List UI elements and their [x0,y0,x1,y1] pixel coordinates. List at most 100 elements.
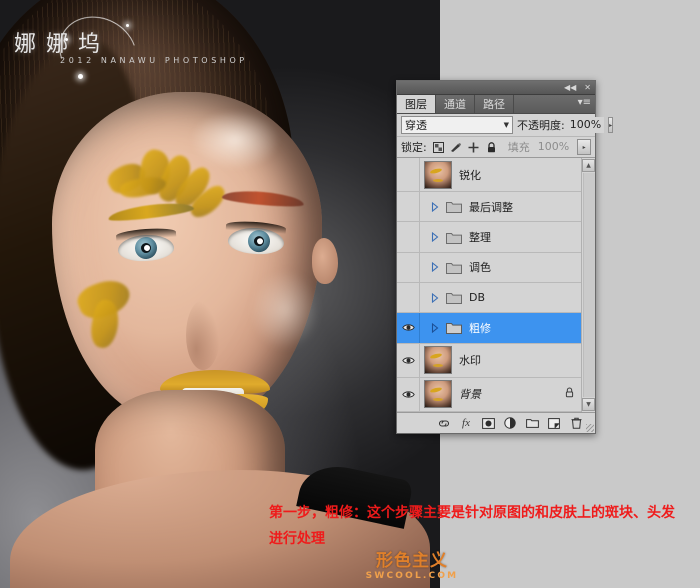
adjustment-layer-icon[interactable] [503,416,517,430]
collapse-panel-button[interactable]: ◀◀ [562,84,578,92]
layer-row-db[interactable]: DB [397,283,581,313]
pupil [254,236,265,247]
opacity-label: 不透明度: [517,117,565,133]
group-expand-triangle-icon[interactable] [428,200,442,214]
iris [247,230,270,253]
layer-row-cleanup[interactable]: 整理 [397,222,581,252]
opacity-input[interactable]: 100% [569,117,604,133]
panel-footer-toolbar: fx [397,412,595,433]
scrollbar-track[interactable] [583,173,595,397]
layer-name: 最后调整 [469,199,513,215]
lock-row: 锁定: 填充 100% ▸ [397,137,595,158]
tab-layers[interactable]: 图层 [397,95,436,113]
layer-name: 背景 [459,386,481,402]
opacity-stepper[interactable]: ▸ [608,117,613,133]
layer-name: DB [469,291,485,304]
tab-paths[interactable]: 路径 [475,95,514,113]
link-layers-icon[interactable] [437,416,451,430]
annotation-line-2: 进行处理 [269,526,689,552]
layer-name: 水印 [459,352,481,368]
panel-menu-icon[interactable]: ▾≡ [578,98,591,108]
layer-thumbnail[interactable] [424,161,452,189]
lock-transparency-icon[interactable] [432,141,445,154]
folder-icon [446,261,462,274]
sparkle-icon [126,24,129,27]
watermark: 娜娜坞 2012 NANAWU PHOTOSHOP [8,18,238,76]
lock-all-icon[interactable] [485,141,498,154]
close-panel-button[interactable]: ✕ [582,84,593,92]
layer-name: 粗修 [469,320,491,336]
layer-row-watermark[interactable]: 水印 [397,344,581,378]
scroll-down-arrow-icon[interactable]: ▼ [582,398,595,411]
eye-glint [144,245,150,251]
model-ear [312,238,338,284]
layer-visibility-toggle[interactable] [397,344,420,377]
eye-glint [257,238,263,244]
site-logo: 形色主义 SWCOOL.COM [360,552,464,586]
group-expand-triangle-icon[interactable] [428,260,442,274]
layer-visibility-toggle[interactable] [397,253,420,282]
layer-visibility-toggle[interactable] [397,222,420,251]
group-expand-triangle-icon[interactable] [428,230,442,244]
add-layer-mask-icon[interactable] [481,416,495,430]
forehead-highlight [190,110,280,170]
watermark-title: 娜娜坞 [14,26,110,58]
layer-list-scrollbar[interactable]: ▲ ▼ [581,158,595,412]
layer-list: 锐化 最后调整 [397,158,595,412]
layer-visibility-toggle[interactable] [397,313,420,342]
layers-panel[interactable]: ◀◀ ✕ 图层 通道 路径 ▾≡ 穿透 ▼ 不透明度: 100% ▸ 锁定: [396,80,596,434]
panel-titlebar: ◀◀ ✕ [397,81,595,95]
fill-input[interactable]: 100% [535,139,572,155]
layer-row-final-adjust[interactable]: 最后调整 [397,192,581,222]
layer-row-sharpen[interactable]: 锐化 [397,158,581,192]
site-logo-cn: 形色主义 [360,552,464,570]
layer-locked-icon [565,387,574,401]
blend-mode-value: 穿透 [405,117,427,133]
scroll-up-arrow-icon[interactable]: ▲ [582,159,595,172]
fill-stepper[interactable]: ▸ [577,139,591,155]
folder-icon [446,321,462,334]
iris [134,236,157,259]
group-expand-triangle-icon[interactable] [428,291,442,305]
fill-label: 填充 [508,139,530,155]
layer-row-color-grade[interactable]: 调色 [397,253,581,283]
folder-icon [446,291,462,304]
cheek-highlight [250,270,320,350]
panel-tabs: 图层 通道 路径 ▾≡ [397,95,595,114]
group-expand-triangle-icon[interactable] [428,321,442,335]
annotation-line-1: 第一步，粗修：这个步骤主要是针对原图的和皮肤上的斑块、头发 [269,500,689,526]
layer-thumbnail[interactable] [424,346,452,374]
annotation-text: 第一步，粗修：这个步骤主要是针对原图的和皮肤上的斑块、头发 进行处理 [269,500,689,552]
lock-position-icon[interactable] [467,141,480,154]
layer-thumbnail[interactable] [424,380,452,408]
nose-shadow [186,300,220,370]
layer-visibility-toggle[interactable] [397,283,420,312]
sparkle-icon [78,74,83,79]
lock-label: 锁定: [401,139,427,155]
folder-icon [446,200,462,213]
layer-visibility-toggle[interactable] [397,192,420,221]
blend-mode-row: 穿透 ▼ 不透明度: 100% ▸ [397,114,595,137]
chevron-down-icon: ▼ [504,121,509,129]
layer-row-background[interactable]: 背景 [397,378,581,412]
pupil [141,243,152,254]
layer-rows: 锐化 最后调整 [397,158,581,412]
watermark-subtitle: 2012 NANAWU PHOTOSHOP [60,56,248,65]
new-layer-icon[interactable] [547,416,561,430]
layer-row-rough-retouch[interactable]: 粗修 [397,313,581,343]
layer-name: 调色 [469,259,491,275]
layer-visibility-toggle[interactable] [397,158,420,191]
panel-resize-grip[interactable] [586,424,594,432]
folder-icon [446,231,462,244]
blend-mode-select[interactable]: 穿透 ▼ [401,116,513,134]
layer-style-fx-icon[interactable]: fx [459,416,473,430]
new-group-icon[interactable] [525,416,539,430]
site-logo-en: SWCOOL.COM [360,570,464,582]
lock-image-pixels-icon[interactable] [449,141,462,154]
layer-name: 整理 [469,229,491,245]
layer-name: 锐化 [459,167,481,183]
delete-layer-icon[interactable] [569,416,583,430]
tab-channels[interactable]: 通道 [436,95,475,113]
screenshot-root: 娜娜坞 2012 NANAWU PHOTOSHOP 第一步，粗修：这个步骤主要是… [0,0,700,588]
layer-visibility-toggle[interactable] [397,378,420,411]
